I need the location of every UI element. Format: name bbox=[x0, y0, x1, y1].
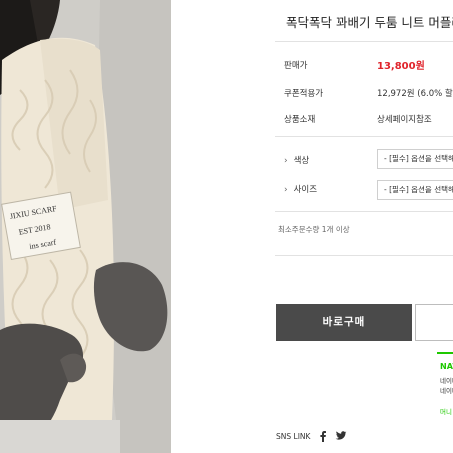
color-select[interactable]: - [필수] 옵션을 선택해 주세요 - bbox=[377, 149, 453, 169]
size-label-text: 사이즈 bbox=[293, 185, 318, 195]
product-image: JIXIU SCARF EST 2018 ins scarf bbox=[0, 0, 171, 453]
naver-pay-line2: 네이버페이 bbox=[440, 387, 453, 395]
twitter-icon[interactable] bbox=[335, 430, 347, 442]
chevron-right-icon: › bbox=[284, 156, 288, 166]
color-option-label: › 색상 bbox=[284, 154, 309, 166]
coupon-price-label: 쿠폰적용가 bbox=[284, 89, 324, 99]
price-label: 판매가 bbox=[284, 61, 308, 71]
naver-pay-line1: 네이버 ID로 bbox=[440, 377, 453, 385]
price-value: 13,800원 bbox=[377, 61, 425, 72]
min-order-text: 최소주문수량 1개 이상 bbox=[278, 225, 350, 234]
divider bbox=[275, 136, 453, 137]
divider bbox=[275, 255, 453, 256]
color-label-text: 색상 bbox=[293, 156, 310, 166]
chevron-right-icon: › bbox=[284, 185, 288, 195]
divider bbox=[275, 211, 453, 212]
cart-button[interactable] bbox=[415, 304, 453, 341]
size-select[interactable]: - [필수] 옵션을 선택해 주세요 - bbox=[377, 180, 453, 200]
product-title: 폭닥폭닥 꽈배기 두툼 니트 머플러 bbox=[286, 15, 453, 30]
scarf-photo: JIXIU SCARF EST 2018 ins scarf bbox=[0, 0, 171, 453]
naver-pay-brand: NAVER bbox=[440, 362, 453, 371]
facebook-icon[interactable] bbox=[317, 430, 329, 442]
buy-now-button[interactable]: 바로구매 bbox=[276, 304, 412, 341]
material-label: 상품소재 bbox=[284, 115, 316, 125]
size-option-label: › 사이즈 bbox=[284, 183, 317, 195]
sns-label: SNS LINK bbox=[276, 432, 311, 441]
product-info-panel: 폭닥폭닥 꽈배기 두툼 니트 머플러 판매가 13,800원 쿠폰적용가 12,… bbox=[171, 0, 453, 453]
coupon-price-value: 12,972원 (6.0% 할인) bbox=[377, 89, 453, 99]
divider bbox=[275, 41, 453, 42]
naver-pay-box[interactable]: NAVER 네이버 ID로 네이버페이 머니 적립 bbox=[437, 352, 453, 424]
naver-pay-link[interactable]: 머니 적립 bbox=[440, 406, 453, 416]
material-value: 상세페이지참조 bbox=[377, 115, 432, 125]
